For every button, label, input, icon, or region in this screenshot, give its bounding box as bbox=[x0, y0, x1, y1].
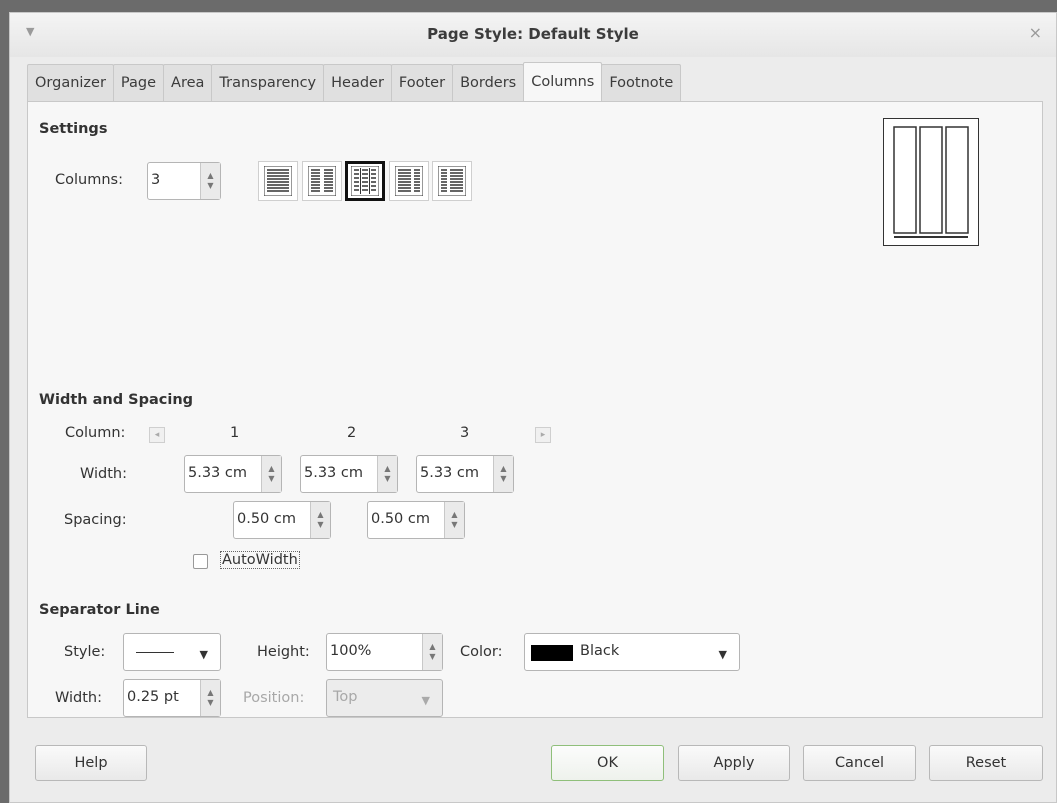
spacing-label: Spacing: bbox=[64, 512, 127, 528]
color-value: Black bbox=[580, 643, 620, 659]
columns-spin-arrows[interactable]: ▲ ▼ bbox=[200, 163, 220, 199]
tab-area[interactable]: Area bbox=[163, 64, 213, 101]
tab-transparency[interactable]: Transparency bbox=[211, 64, 325, 101]
columns-panel: Settings Columns: 3 ▲ ▼ Width and Spacin… bbox=[27, 101, 1043, 718]
line-style-dropdown[interactable]: ▼ bbox=[123, 633, 221, 671]
spacing-1-spinner[interactable]: 0.50 cm ▲ ▼ bbox=[233, 501, 331, 539]
separator-width-spinner[interactable]: 0.25 pt ▲ ▼ bbox=[123, 679, 221, 717]
position-value: Top bbox=[333, 689, 358, 705]
layout-two-columns-button[interactable] bbox=[302, 161, 342, 201]
tab-columns[interactable]: Columns bbox=[523, 62, 603, 101]
settings-heading: Settings bbox=[39, 121, 108, 137]
reset-button[interactable]: Reset bbox=[929, 745, 1043, 781]
column-2-width-spinner[interactable]: 5.33 cm ▲ ▼ bbox=[300, 455, 398, 493]
apply-button[interactable]: Apply bbox=[678, 745, 790, 781]
tab-page[interactable]: Page bbox=[112, 64, 165, 101]
column-number-1: 1 bbox=[230, 425, 240, 441]
cancel-button[interactable]: Cancel bbox=[803, 745, 916, 781]
dialog-window: ▼ Page Style: Default Style × Organizer … bbox=[9, 12, 1057, 803]
tab-bar: Organizer Page Area Transparency Header … bbox=[27, 62, 682, 102]
ok-button[interactable]: OK bbox=[551, 745, 664, 781]
width-label: Width: bbox=[80, 466, 128, 482]
close-icon[interactable]: × bbox=[1029, 23, 1042, 42]
column-1-width-value: 5.33 cm bbox=[188, 465, 247, 481]
column-label: Column: bbox=[65, 425, 126, 441]
height-label: Height: bbox=[257, 644, 310, 660]
height-arrows[interactable]: ▲ ▼ bbox=[422, 634, 442, 670]
title-bar: ▼ Page Style: Default Style × bbox=[10, 13, 1056, 57]
columns-value: 3 bbox=[151, 172, 161, 188]
column-next-arrow-icon[interactable]: ▸ bbox=[535, 427, 551, 443]
style-label: Style: bbox=[64, 644, 106, 660]
layout-right-wide-button[interactable] bbox=[432, 161, 472, 201]
tab-footer[interactable]: Footer bbox=[390, 64, 454, 101]
column-3-width-arrows[interactable]: ▲ ▼ bbox=[493, 456, 513, 492]
autowidth-checkbox[interactable] bbox=[193, 554, 208, 569]
columns-spinner[interactable]: 3 ▲ ▼ bbox=[147, 162, 221, 200]
color-label: Color: bbox=[460, 644, 503, 660]
two-columns-icon bbox=[308, 166, 336, 196]
help-button[interactable]: Help bbox=[35, 745, 147, 781]
height-spinner[interactable]: 100% ▲ ▼ bbox=[326, 633, 443, 671]
tab-header[interactable]: Header bbox=[323, 64, 392, 101]
two-columns-right-wide-icon bbox=[438, 166, 466, 196]
column-1-width-arrows[interactable]: ▲ ▼ bbox=[261, 456, 281, 492]
column-number-2: 2 bbox=[347, 425, 357, 441]
layout-one-column-button[interactable] bbox=[258, 161, 298, 201]
width-spacing-heading: Width and Spacing bbox=[39, 392, 194, 408]
columns-label: Columns: bbox=[55, 172, 123, 188]
column-number-3: 3 bbox=[460, 425, 470, 441]
column-prev-arrow-icon[interactable]: ◂ bbox=[149, 427, 165, 443]
three-columns-icon bbox=[351, 166, 379, 196]
separator-width-value: 0.25 pt bbox=[127, 689, 179, 705]
spacing-1-value: 0.50 cm bbox=[237, 511, 296, 527]
dialog-title: Page Style: Default Style bbox=[427, 25, 639, 43]
line-style-preview bbox=[136, 652, 174, 653]
layout-three-columns-button[interactable] bbox=[345, 161, 385, 201]
two-columns-left-wide-icon bbox=[395, 166, 423, 196]
column-1-width-spinner[interactable]: 5.33 cm ▲ ▼ bbox=[184, 455, 282, 493]
three-column-preview-icon bbox=[893, 126, 969, 238]
tab-organizer[interactable]: Organizer bbox=[27, 64, 114, 101]
autowidth-label[interactable]: AutoWidth bbox=[220, 551, 300, 569]
position-dropdown: Top ▼ bbox=[326, 679, 443, 717]
spacing-1-arrows[interactable]: ▲ ▼ bbox=[310, 502, 330, 538]
color-swatch bbox=[531, 645, 573, 661]
column-3-width-value: 5.33 cm bbox=[420, 465, 479, 481]
page-preview bbox=[883, 118, 979, 246]
position-label: Position: bbox=[243, 690, 305, 706]
one-column-icon bbox=[264, 166, 292, 196]
separator-width-label: Width: bbox=[55, 690, 103, 706]
chevron-down-icon: ▼ bbox=[199, 648, 208, 661]
separator-width-arrows[interactable]: ▲ ▼ bbox=[200, 680, 220, 716]
color-dropdown[interactable]: Black ▼ bbox=[524, 633, 740, 671]
spacing-2-arrows[interactable]: ▲ ▼ bbox=[444, 502, 464, 538]
spacing-2-spinner[interactable]: 0.50 cm ▲ ▼ bbox=[367, 501, 465, 539]
chevron-down-icon: ▼ bbox=[718, 648, 727, 661]
column-3-width-spinner[interactable]: 5.33 cm ▲ ▼ bbox=[416, 455, 514, 493]
separator-heading: Separator Line bbox=[39, 602, 160, 618]
tab-footnote[interactable]: Footnote bbox=[601, 64, 682, 101]
tab-borders[interactable]: Borders bbox=[452, 64, 525, 101]
layout-left-wide-button[interactable] bbox=[389, 161, 429, 201]
height-value: 100% bbox=[330, 643, 372, 659]
chevron-down-icon: ▼ bbox=[421, 694, 430, 707]
spacing-2-value: 0.50 cm bbox=[371, 511, 430, 527]
column-2-width-arrows[interactable]: ▲ ▼ bbox=[377, 456, 397, 492]
column-2-width-value: 5.33 cm bbox=[304, 465, 363, 481]
